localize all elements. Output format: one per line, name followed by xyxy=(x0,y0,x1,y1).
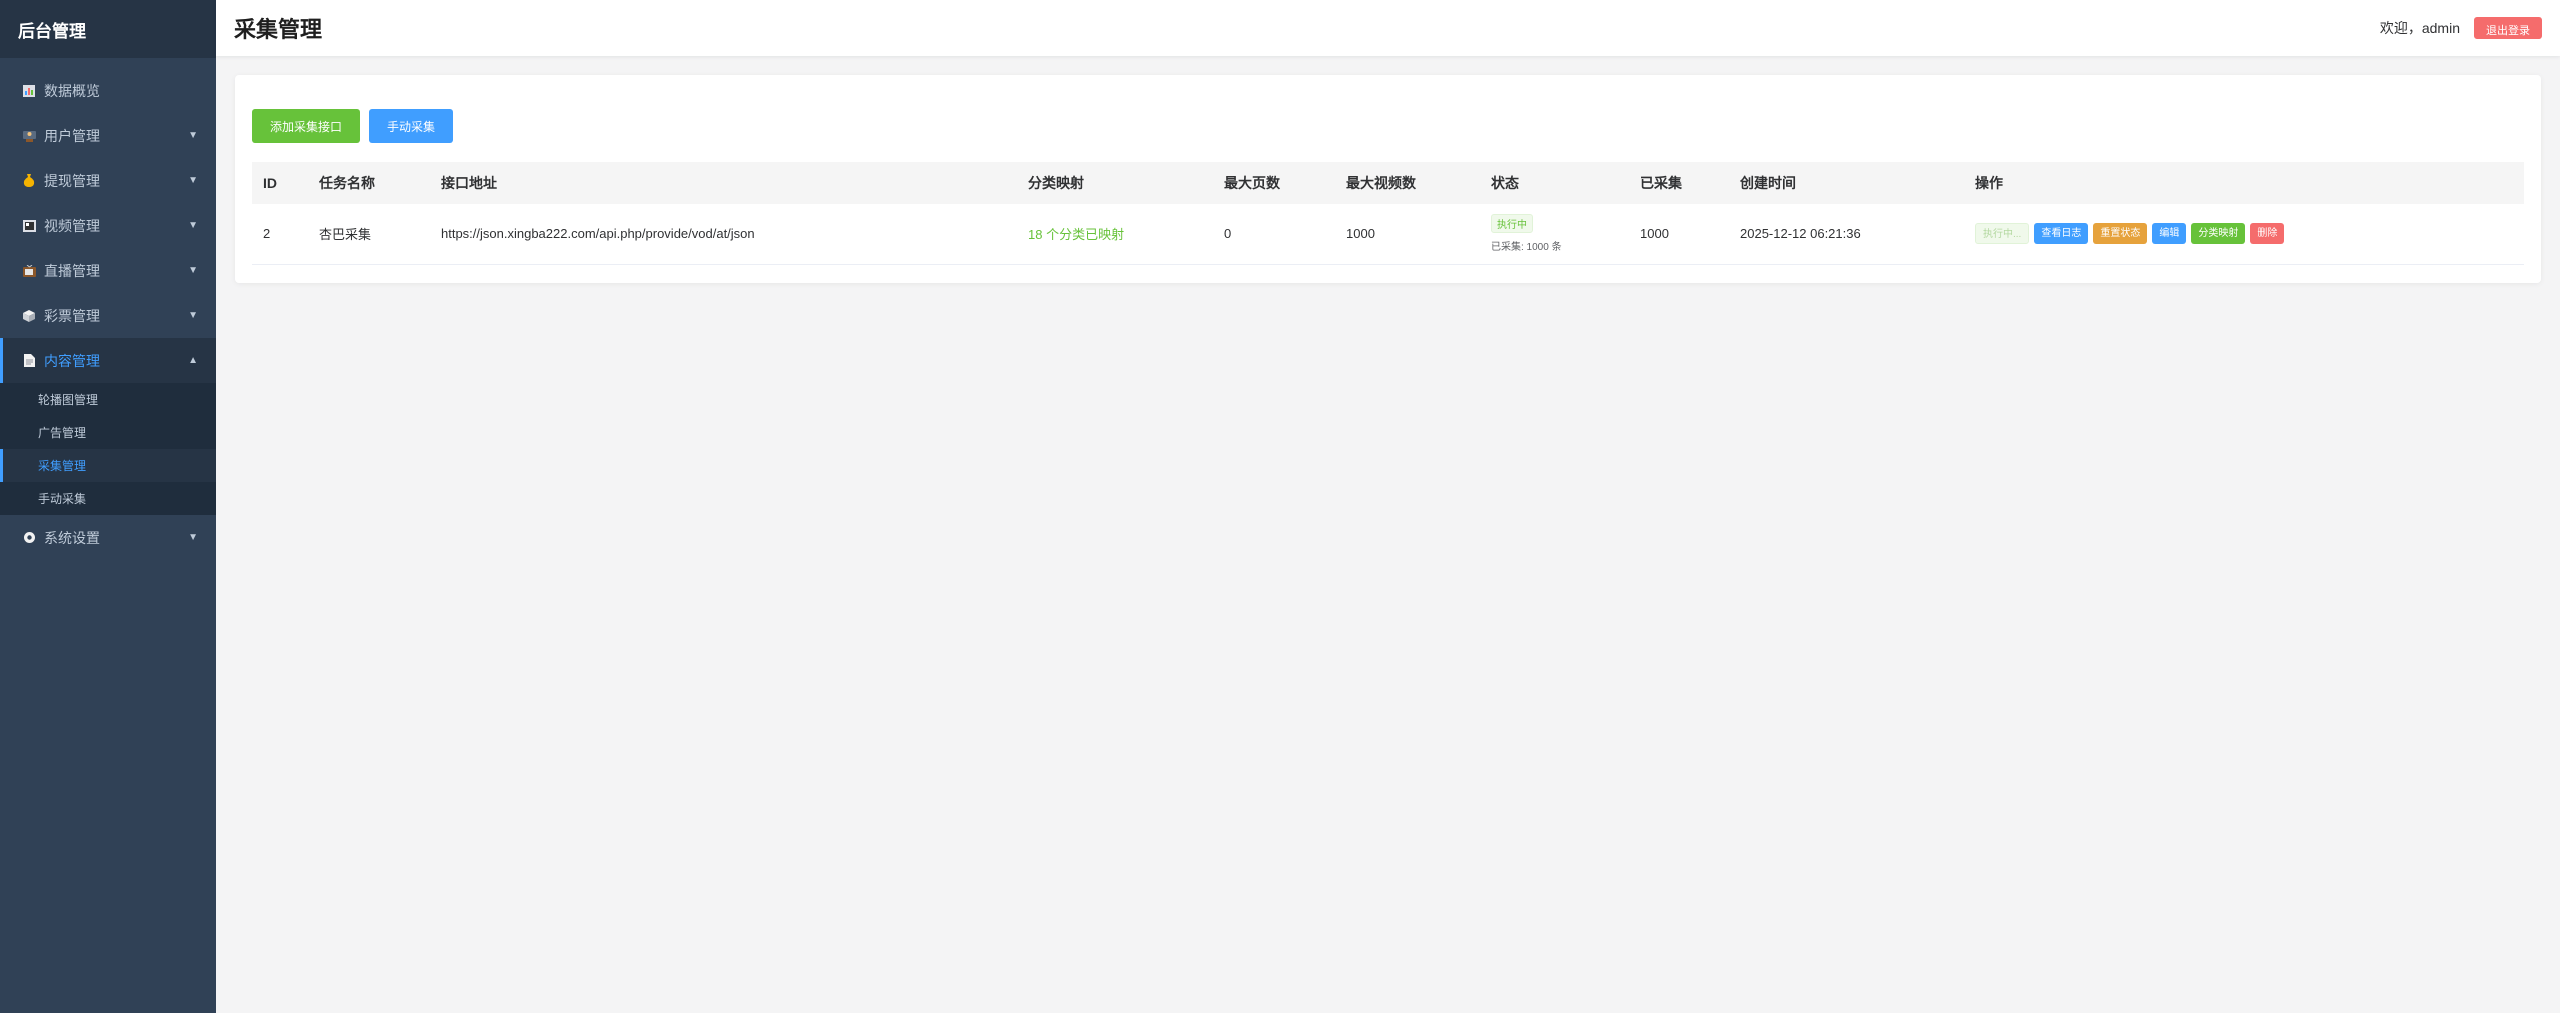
cell-status: 执行中 已采集: 1000 条 xyxy=(1480,204,1629,265)
sidebar-item-label: 内容管理 xyxy=(44,352,100,369)
column-header: 任务名称 xyxy=(308,162,430,204)
page-title: 采集管理 xyxy=(234,17,323,42)
table-row: 2 杏巴采集 https://json.xingba222.com/api.ph… xyxy=(252,204,2524,265)
chevron-up-icon: ▲ xyxy=(188,355,198,366)
chevron-down-icon: ▼ xyxy=(188,175,198,186)
collect-table: ID 任务名称 接口地址 分类映射 最大页数 最大视频数 状态 已采集 创建时间… xyxy=(252,162,2524,265)
sidebar-item-label: 直播管理 xyxy=(44,262,100,279)
status-collected-text: 已采集: 1000 条 xyxy=(1491,242,1562,254)
sidebar-item-videos[interactable]: 视频管理 ▼ xyxy=(0,203,216,248)
category-mapping-button[interactable]: 分类映射 xyxy=(2191,223,2246,245)
welcome-text: 欢迎，admin xyxy=(2379,20,2460,36)
manual-collect-button[interactable]: 手动采集 xyxy=(369,109,454,143)
column-header: 最大视频数 xyxy=(1335,162,1480,204)
sidebar-item-label: 数据概览 xyxy=(44,82,100,99)
content-card: 添加采集接口 手动采集 ID 任务名称 接口地址 分类映射 最大页数 最大视频数… xyxy=(235,75,2541,283)
cell-created-time: 2025-12-12 06:21:36 xyxy=(1729,204,1964,265)
column-header: ID xyxy=(252,162,308,204)
chevron-down-icon: ▼ xyxy=(188,220,198,231)
chevron-down-icon: ▼ xyxy=(188,130,198,141)
sidebar-subitem-manual-collect[interactable]: 手动采集 xyxy=(0,482,216,515)
cell-api-url: https://json.xingba222.com/api.php/provi… xyxy=(430,204,1017,265)
sidebar-menu: 数据概览 用户管理 ▼ 提现管理 ▼ 视频管理 ▼ 直播管理 ▼ 彩票管理 ▼ … xyxy=(0,58,216,560)
top-header: 采集管理 欢迎，admin 退出登录 xyxy=(216,0,2560,56)
user-icon xyxy=(22,129,36,143)
column-header: 接口地址 xyxy=(430,162,1017,204)
cell-category-mapping: 18 个分类已映射 xyxy=(1017,204,1213,265)
column-header: 已采集 xyxy=(1629,162,1729,204)
sidebar-item-content[interactable]: 内容管理 ▲ xyxy=(0,338,216,383)
film-icon xyxy=(22,219,36,233)
sidebar-item-label: 彩票管理 xyxy=(44,307,100,324)
cube-icon xyxy=(22,309,36,323)
sidebar-item-label: 用户管理 xyxy=(44,127,100,144)
reset-status-button[interactable]: 重置状态 xyxy=(2093,223,2148,245)
running-button[interactable]: 执行中... xyxy=(1975,223,2030,245)
add-collect-api-button[interactable]: 添加采集接口 xyxy=(252,109,361,143)
cell-operations: 执行中... 查看日志 重置状态 编辑 分类映射 删除 xyxy=(1964,204,2524,265)
chart-icon xyxy=(22,84,36,98)
view-log-button[interactable]: 查看日志 xyxy=(2034,223,2089,245)
gear-icon xyxy=(22,531,36,545)
operations-group: 执行中... 查看日志 重置状态 编辑 分类映射 删除 xyxy=(1975,223,2524,245)
sidebar-item-dashboard[interactable]: 数据概览 xyxy=(0,68,216,113)
status-badge: 执行中 xyxy=(1491,214,1533,234)
sidebar-item-withdraw[interactable]: 提现管理 ▼ xyxy=(0,158,216,203)
document-icon xyxy=(22,354,36,368)
logout-button[interactable]: 退出登录 xyxy=(2474,17,2542,39)
sidebar-item-settings[interactable]: 系统设置 ▼ xyxy=(0,515,216,560)
brand-title: 后台管理 xyxy=(0,0,216,58)
table-header-row: ID 任务名称 接口地址 分类映射 最大页数 最大视频数 状态 已采集 创建时间… xyxy=(252,162,2524,204)
column-header: 操作 xyxy=(1964,162,2524,204)
money-bag-icon xyxy=(22,174,36,188)
sidebar-item-label: 提现管理 xyxy=(44,172,100,189)
tv-icon xyxy=(22,264,36,278)
content-submenu: 轮播图管理 广告管理 采集管理 手动采集 xyxy=(0,383,216,515)
cell-max-videos: 1000 xyxy=(1335,204,1480,265)
edit-button[interactable]: 编辑 xyxy=(2152,223,2187,245)
column-header: 创建时间 xyxy=(1729,162,1964,204)
sidebar-item-live[interactable]: 直播管理 ▼ xyxy=(0,248,216,293)
delete-button[interactable]: 删除 xyxy=(2250,223,2285,245)
sidebar-item-label: 视频管理 xyxy=(44,217,100,234)
sidebar-subitem-banner[interactable]: 轮播图管理 xyxy=(0,383,216,416)
sidebar-item-lottery[interactable]: 彩票管理 ▼ xyxy=(0,293,216,338)
column-header: 状态 xyxy=(1480,162,1629,204)
cell-collected: 1000 xyxy=(1629,204,1729,265)
sidebar-item-users[interactable]: 用户管理 ▼ xyxy=(0,113,216,158)
sidebar-item-label: 系统设置 xyxy=(44,529,100,546)
column-header: 分类映射 xyxy=(1017,162,1213,204)
cell-task-name: 杏巴采集 xyxy=(308,204,430,265)
chevron-down-icon: ▼ xyxy=(188,265,198,276)
column-header: 最大页数 xyxy=(1213,162,1335,204)
chevron-down-icon: ▼ xyxy=(188,532,198,543)
toolbar: 添加采集接口 手动采集 xyxy=(252,109,2524,143)
cell-max-pages: 0 xyxy=(1213,204,1335,265)
sidebar-subitem-collect[interactable]: 采集管理 xyxy=(0,449,216,482)
cell-id: 2 xyxy=(252,204,308,265)
sidebar-subitem-ads[interactable]: 广告管理 xyxy=(0,416,216,449)
chevron-down-icon: ▼ xyxy=(188,310,198,321)
sidebar: 后台管理 数据概览 用户管理 ▼ 提现管理 ▼ 视频管理 ▼ 直播管理 ▼ 彩票… xyxy=(0,0,216,1013)
